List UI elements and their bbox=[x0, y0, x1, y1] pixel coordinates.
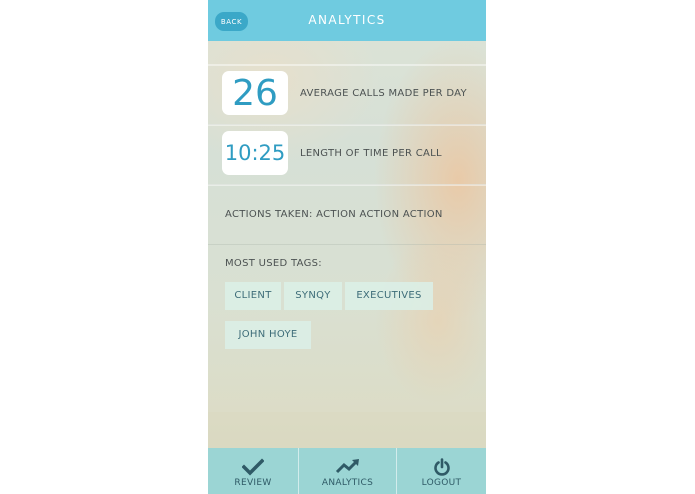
stat-row-time: 10:25 LENGTH OF TIME PER CALL bbox=[208, 124, 486, 185]
phone-screen: ANALYTICS BACK 26 AVERAGE CALLS MADE PER… bbox=[208, 0, 486, 494]
page-title: ANALYTICS bbox=[308, 13, 386, 27]
content-bottom-shade bbox=[208, 412, 486, 448]
tag-chip[interactable]: EXECUTIVES bbox=[345, 282, 433, 310]
tag-chip[interactable]: CLIENT bbox=[225, 282, 281, 310]
tag-chip[interactable]: SYNQY bbox=[284, 282, 342, 310]
tab-bar: REVIEW ANALYTICS LOGOUT bbox=[208, 448, 486, 494]
tab-logout[interactable]: LOGOUT bbox=[397, 448, 486, 494]
stat-value: 26 bbox=[232, 72, 278, 114]
tag-chip[interactable]: JOHN HOYE bbox=[225, 321, 311, 349]
actions-taken-text: ACTIONS TAKEN: ACTION ACTION ACTION bbox=[225, 209, 443, 220]
power-icon bbox=[433, 458, 450, 476]
back-button[interactable]: BACK bbox=[215, 12, 248, 31]
stat-value-box: 10:25 bbox=[222, 131, 288, 175]
tab-label: REVIEW bbox=[234, 478, 272, 488]
header-bar: ANALYTICS BACK bbox=[208, 0, 486, 41]
stat-label: AVERAGE CALLS MADE PER DAY bbox=[300, 88, 467, 99]
tab-label: ANALYTICS bbox=[321, 478, 374, 488]
tab-label: LOGOUT bbox=[421, 478, 462, 488]
trend-up-icon bbox=[335, 459, 359, 474]
stat-label: LENGTH OF TIME PER CALL bbox=[300, 148, 442, 159]
tab-review[interactable]: REVIEW bbox=[208, 448, 298, 494]
stat-value-box: 26 bbox=[222, 71, 288, 115]
tags-heading: MOST USED TAGS: bbox=[225, 258, 322, 269]
checkmark-icon bbox=[242, 458, 264, 476]
actions-row: ACTIONS TAKEN: ACTION ACTION ACTION bbox=[208, 184, 486, 245]
stat-value: 10:25 bbox=[224, 141, 286, 165]
stat-row-calls: 26 AVERAGE CALLS MADE PER DAY bbox=[208, 64, 486, 125]
tab-analytics[interactable]: ANALYTICS bbox=[299, 448, 396, 494]
